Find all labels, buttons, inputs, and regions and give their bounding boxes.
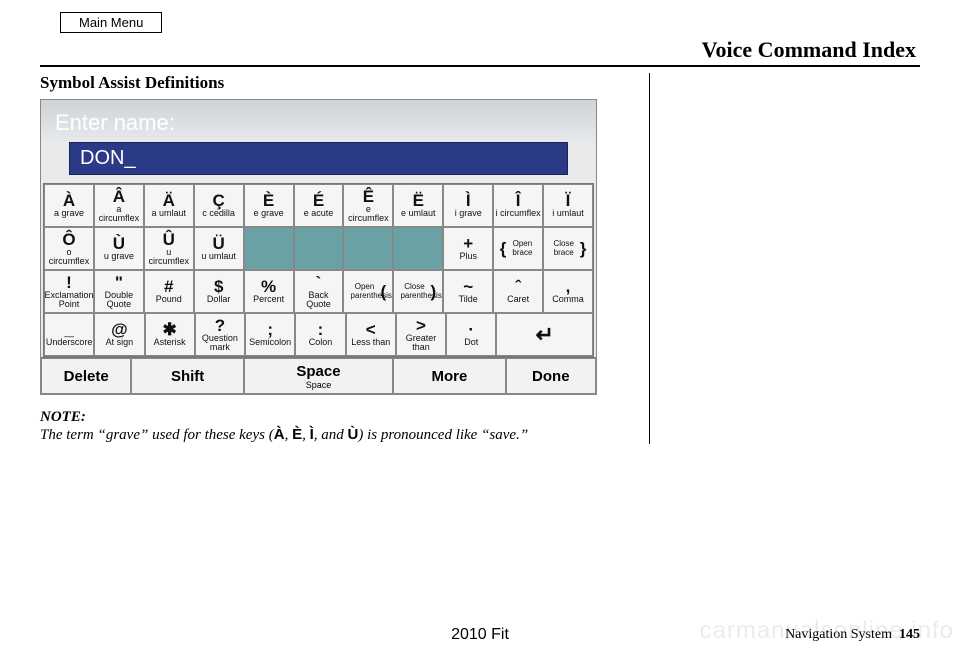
keyboard: Àa graveÂa circumflexÄa umlautÇc cedilla…	[43, 183, 594, 357]
note-sep1: ,	[285, 427, 293, 443]
key-close-parenthesis[interactable]: Close parenthesis)	[393, 270, 443, 313]
key-open-parenthesis[interactable]: Open parenthesis(	[343, 270, 393, 313]
content-columns: Symbol Assist Definitions Enter name: DO…	[40, 73, 920, 444]
keyboard-row: _Underscore@At sign✱Asterisk?Question ma…	[44, 313, 593, 356]
key-i-umlaut[interactable]: Ïi umlaut	[543, 184, 593, 227]
key-percent[interactable]: %Percent	[244, 270, 294, 313]
note-text: The term “grave” used for these keys (À,…	[40, 427, 528, 443]
key-tilde[interactable]: ~Tilde	[443, 270, 493, 313]
key-dollar[interactable]: $Dollar	[194, 270, 244, 313]
key-asterisk[interactable]: ✱Asterisk	[145, 313, 195, 356]
key-greater-than[interactable]: >Greater than	[396, 313, 446, 356]
key-i-grave[interactable]: Ìi grave	[443, 184, 493, 227]
key-e-acute[interactable]: Ée acute	[294, 184, 344, 227]
key-i-circumflex[interactable]: Îi circumflex	[493, 184, 543, 227]
space-label: Space	[296, 363, 340, 380]
manual-page: Main Menu Voice Command Index Symbol Ass…	[0, 0, 960, 655]
watermark: carmanualsonline.info	[700, 617, 954, 645]
key-close-brace[interactable]: Close brace}	[543, 227, 593, 270]
key-u-umlaut[interactable]: Üu umlaut	[194, 227, 244, 270]
key-plus[interactable]: +Plus	[443, 227, 493, 270]
key-a-circumflex[interactable]: Âa circumflex	[94, 184, 144, 227]
note-after: ) is pronounced like “save.”	[358, 427, 528, 443]
name-input[interactable]: DON_	[69, 142, 568, 175]
key-less-than[interactable]: <Less than	[346, 313, 396, 356]
keyboard-bottom-bar: Delete Shift Space Space More Done	[41, 357, 596, 394]
key-underscore[interactable]: _Underscore	[44, 313, 94, 356]
space-button[interactable]: Space Space	[244, 358, 393, 394]
footer-model: 2010 Fit	[451, 626, 509, 644]
key-pound[interactable]: #Pound	[144, 270, 194, 313]
more-button[interactable]: More	[393, 358, 505, 394]
key-dot[interactable]: ·Dot	[446, 313, 496, 356]
key-double-quote[interactable]: "Double Quote	[94, 270, 144, 313]
left-column: Symbol Assist Definitions Enter name: DO…	[40, 73, 650, 444]
key-o-circumflex[interactable]: Ôo circumflex	[44, 227, 94, 270]
key-exclamation-point[interactable]: !Exclamation Point	[44, 270, 94, 313]
main-menu-button[interactable]: Main Menu	[60, 12, 162, 33]
title-bar: Voice Command Index	[40, 35, 920, 67]
key-e-grave[interactable]: Èe grave	[244, 184, 294, 227]
disabled-key	[294, 227, 344, 270]
disabled-key	[343, 227, 393, 270]
key-colon[interactable]: :Colon	[295, 313, 345, 356]
shift-button[interactable]: Shift	[131, 358, 243, 394]
note-sym-u: Ù	[348, 426, 359, 443]
key-semicolon[interactable]: ;Semicolon	[245, 313, 295, 356]
disabled-key	[393, 227, 443, 270]
done-button[interactable]: Done	[506, 358, 596, 394]
key-at-sign[interactable]: @At sign	[94, 313, 144, 356]
nav-screen: Enter name: DON_ Àa graveÂa circumflexÄa…	[40, 99, 597, 395]
page-title: Voice Command Index	[698, 35, 920, 65]
note-block: NOTE: The term “grave” used for these ke…	[40, 409, 631, 444]
section-heading: Symbol Assist Definitions	[40, 73, 631, 93]
key-question-mark[interactable]: ?Question mark	[195, 313, 245, 356]
note-sym-a: À	[274, 426, 285, 443]
key-back-quote[interactable]: `Back Quote	[294, 270, 344, 313]
keyboard-row: Àa graveÂa circumflexÄa umlautÇc cedilla…	[44, 184, 593, 227]
key-comma[interactable]: ,Comma	[543, 270, 593, 313]
note-label: NOTE:	[40, 409, 631, 426]
note-before: The term “grave” used for these keys (	[40, 427, 274, 443]
key-a-umlaut[interactable]: Äa umlaut	[144, 184, 194, 227]
key-c-cedilla[interactable]: Çc cedilla	[194, 184, 244, 227]
note-sym-e: È	[292, 426, 302, 443]
key-open-brace[interactable]: {Open brace	[493, 227, 543, 270]
screen-prompt: Enter name:	[41, 100, 596, 142]
right-column	[650, 73, 920, 444]
keyboard-row: !Exclamation Point"Double Quote#Pound$Do…	[44, 270, 593, 313]
note-sep2: ,	[302, 427, 310, 443]
key-u-circumflex[interactable]: Ûu circumflex	[144, 227, 194, 270]
space-sublabel: Space	[306, 380, 332, 390]
key-a-grave[interactable]: Àa grave	[44, 184, 94, 227]
key-e-umlaut[interactable]: Ëe umlaut	[393, 184, 443, 227]
enter-key[interactable]: ↵	[496, 313, 593, 356]
delete-button[interactable]: Delete	[41, 358, 131, 394]
keyboard-row: Ôo circumflexÙu graveÛu circumflexÜu uml…	[44, 227, 593, 270]
key-caret[interactable]: ˆCaret	[493, 270, 543, 313]
key-u-grave[interactable]: Ùu grave	[94, 227, 144, 270]
key-e-circumflex[interactable]: Êe circumflex	[343, 184, 393, 227]
disabled-key	[244, 227, 294, 270]
note-sep3: , and	[314, 427, 348, 443]
